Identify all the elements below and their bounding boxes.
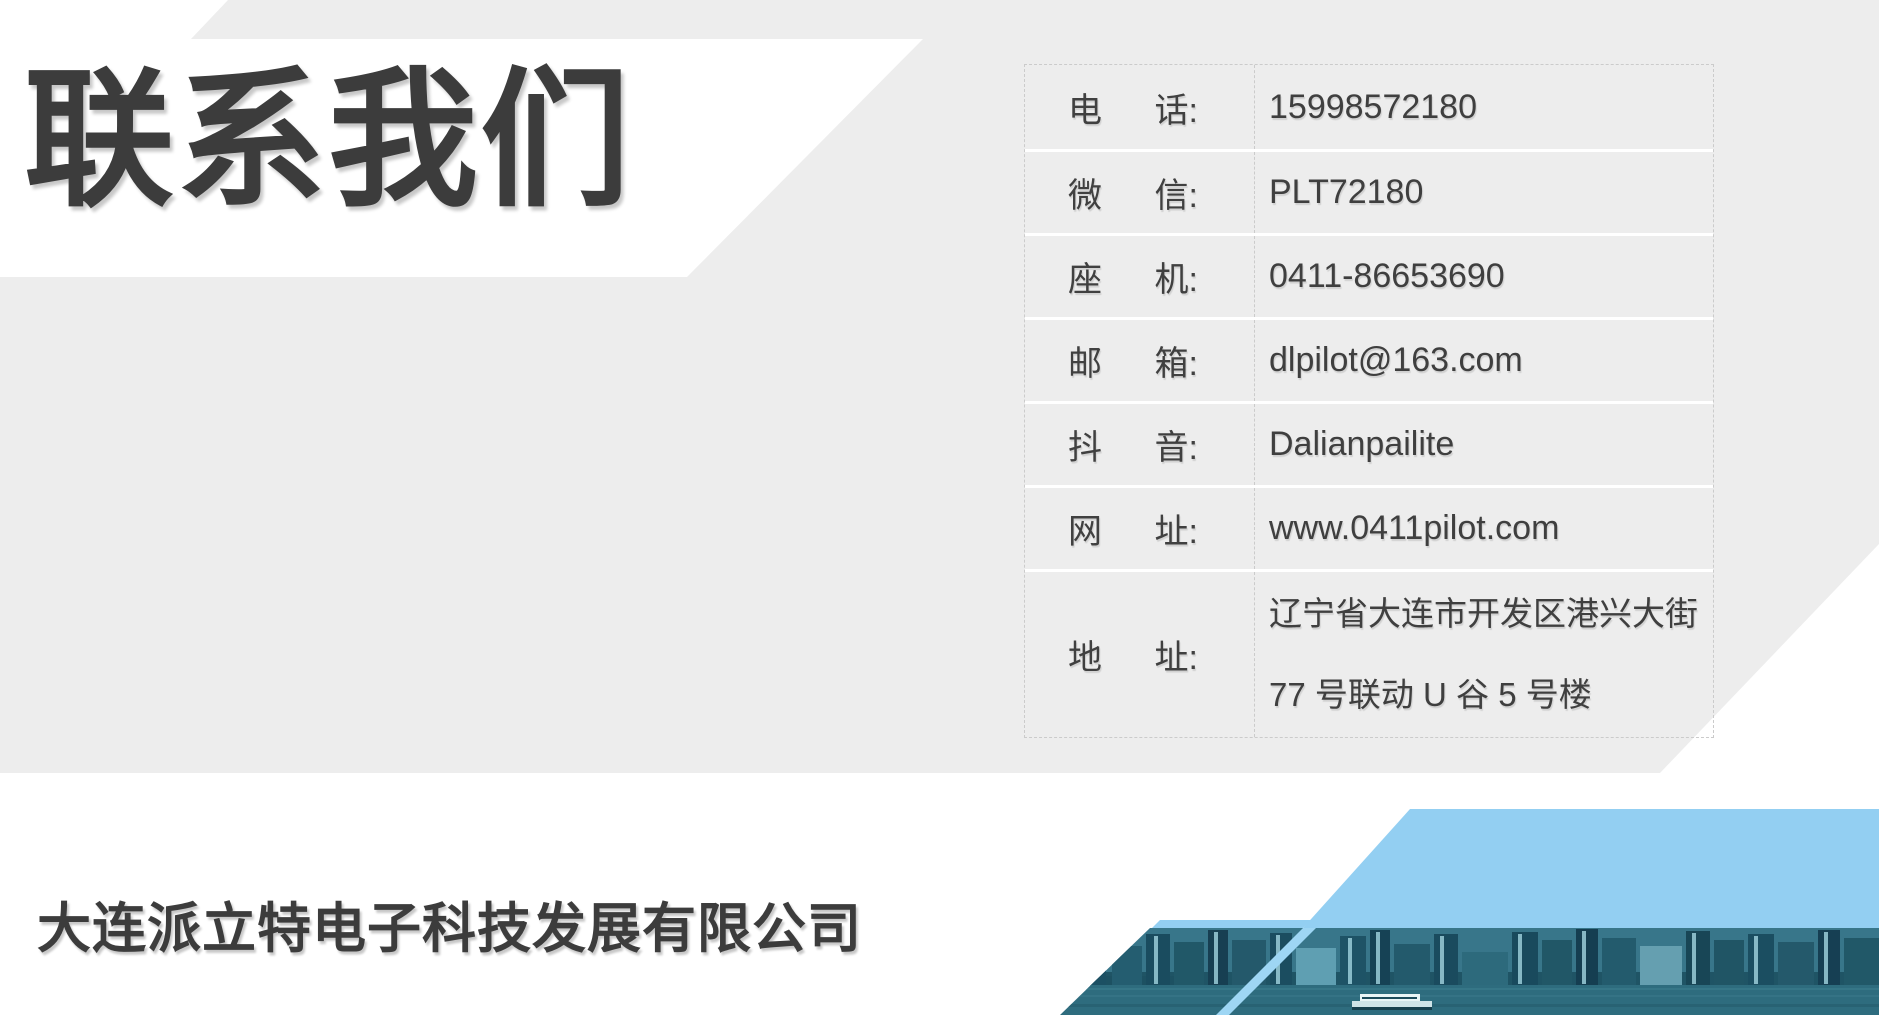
landline-label: 座 机: [1025,236,1254,317]
contact-table: 电 话: 15998572180 微 信: PLT72180 座 机: 0411… [1024,64,1714,738]
landline-value: 0411-86653690 [1254,236,1713,317]
page-title: 联系我们 [24,58,632,223]
table-row-phone: 电 话: 15998572180 [1025,65,1713,149]
label-char: 音: [1155,420,1198,469]
label-char: 网 [1068,504,1102,553]
label-char: 座 [1068,252,1102,301]
label-char: 邮 [1068,336,1102,385]
photo-water [1060,985,1879,1015]
website-label: 网 址: [1025,488,1254,569]
address-value: 辽宁省大连市开发区港兴大街 77 号联动 U 谷 5 号楼 [1254,572,1713,737]
label-char: 地 [1068,630,1102,679]
table-row-email: 邮 箱: dlpilot@163.com [1025,317,1713,401]
city-skyline-graphic [1060,928,1879,1015]
address-line-2: 77 号联动 U 谷 5 号楼 [1269,674,1592,717]
douyin-value: Dalianpailite [1254,404,1713,485]
wechat-label: 微 信: [1025,152,1254,233]
label-char: 电 [1068,83,1102,132]
label-char: 抖 [1068,420,1102,469]
wechat-value: PLT72180 [1254,152,1713,233]
label-char: 址: [1155,504,1198,553]
address-label: 地 址: [1025,572,1254,737]
phone-label: 电 话: [1025,65,1254,149]
table-row-website: 网 址: www.0411pilot.com [1025,485,1713,569]
address-line-1: 辽宁省大连市开发区港兴大街 [1269,593,1698,636]
email-label: 邮 箱: [1025,320,1254,401]
table-row-wechat: 微 信: PLT72180 [1025,149,1713,233]
table-row-douyin: 抖 音: Dalianpailite [1025,401,1713,485]
city-skyline-photo [1060,928,1879,1015]
label-char: 信: [1155,168,1198,217]
website-value: www.0411pilot.com [1254,488,1713,569]
label-char: 话: [1155,83,1198,132]
company-name: 大连派立特电子科技发展有限公司 [37,884,862,963]
phone-value: 15998572180 [1254,65,1713,149]
table-row-landline: 座 机: 0411-86653690 [1025,233,1713,317]
ferry-boat [1352,994,1432,1010]
table-row-address: 地 址: 辽宁省大连市开发区港兴大街 77 号联动 U 谷 5 号楼 [1025,569,1713,737]
label-char: 箱: [1155,336,1198,385]
label-char: 微 [1068,168,1102,217]
label-char: 址: [1155,630,1198,679]
douyin-label: 抖 音: [1025,404,1254,485]
label-char: 机: [1155,252,1198,301]
email-value: dlpilot@163.com [1254,320,1713,401]
